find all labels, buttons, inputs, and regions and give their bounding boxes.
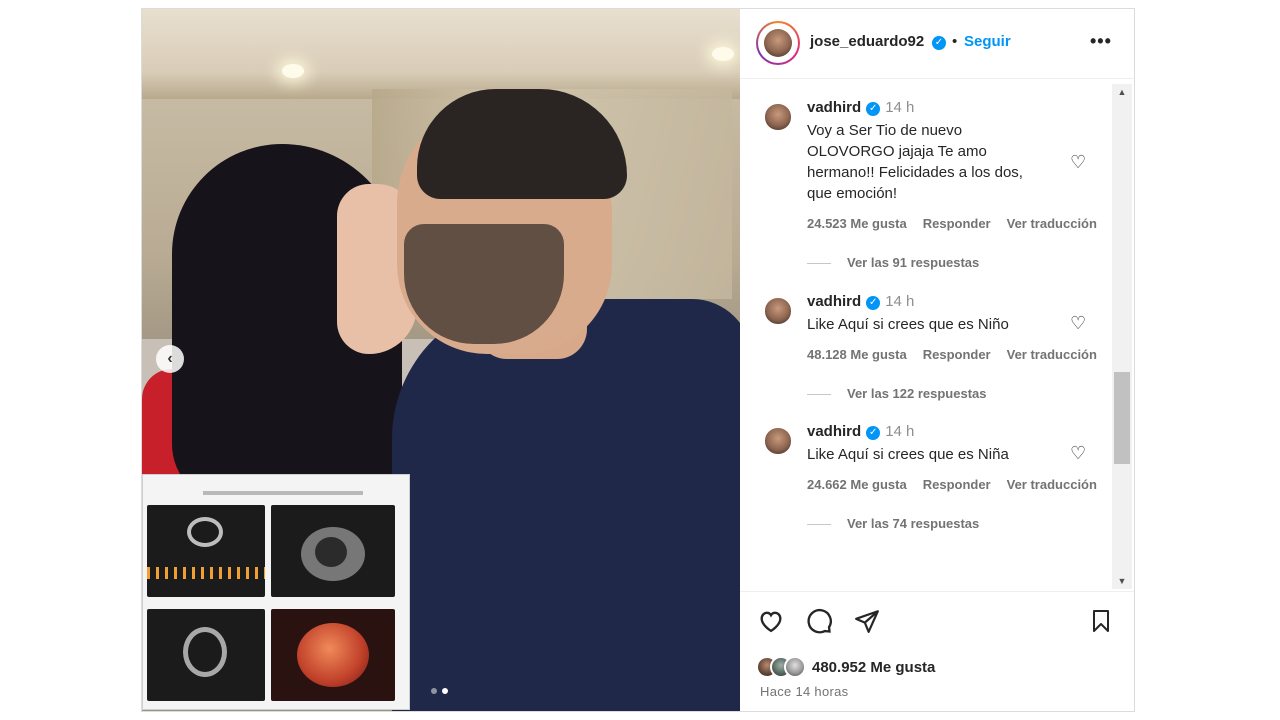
carousel-dot-active: [442, 688, 448, 694]
ultrasound-image: [271, 505, 395, 597]
comment-time[interactable]: 14 h: [885, 423, 914, 440]
ultrasound-sheet: [142, 474, 410, 710]
post-actions: 480.952 Me gusta Hace 14 horas: [740, 591, 1134, 711]
comment-icon[interactable]: [804, 606, 834, 636]
header-separator: •: [952, 33, 958, 50]
post-header: jose_eduardo92 ✓ • Seguir •••: [740, 9, 1134, 79]
reply-button[interactable]: Responder: [923, 477, 991, 492]
ultrasound-3d-image: [271, 609, 395, 701]
verified-badge-icon: ✓: [932, 36, 946, 50]
ultrasound-image: [147, 609, 265, 701]
heart-icon[interactable]: ♡: [1070, 313, 1086, 334]
more-options-icon[interactable]: •••: [1090, 31, 1112, 52]
carousel-dot: [431, 688, 437, 694]
likes-summary[interactable]: 480.952 Me gusta: [756, 656, 935, 678]
view-replies-label[interactable]: Ver las 122 respuestas: [847, 386, 987, 401]
chevron-left-icon: ‹: [167, 350, 173, 367]
comment-meta: 48.128 Me gusta Responder Ver traducción: [807, 347, 1113, 362]
comment-meta: 24.662 Me gusta Responder Ver traducción: [807, 477, 1113, 492]
comment-time[interactable]: 14 h: [885, 293, 914, 310]
comment-likes[interactable]: 48.128 Me gusta: [807, 347, 907, 362]
commenter-avatar[interactable]: [760, 99, 796, 135]
replies-divider: [807, 524, 831, 526]
comments-list: vadhird ✓ 14 h Voy a Ser Tio de nuevo OLOV…: [740, 80, 1134, 590]
comment-username[interactable]: vadhird: [807, 99, 861, 116]
translate-button[interactable]: Ver traducción: [1007, 347, 1097, 362]
man-sweater: [392, 299, 740, 711]
comment-time[interactable]: 14 h: [885, 99, 914, 116]
ceiling-lamp: [282, 64, 304, 78]
verified-badge-icon: ✓: [866, 426, 881, 440]
follow-button[interactable]: Seguir: [964, 33, 1011, 50]
post-time[interactable]: Hace 14 horas: [760, 684, 848, 699]
comment-text: Voy a Ser Tio de nuevo OLOVORGO jajaja T…: [807, 122, 1023, 202]
instagram-post: ‹ jose_eduardo92 ✓ • Seguir ••• vadhird ✓…: [141, 8, 1135, 712]
share-icon[interactable]: [852, 606, 882, 636]
view-replies-button[interactable]: Ver las 122 respuestas: [807, 386, 987, 401]
carousel-indicator: [431, 688, 448, 694]
scrollbar-thumb[interactable]: [1114, 372, 1130, 464]
comment-username[interactable]: vadhird: [807, 293, 861, 310]
man-beard: [404, 224, 564, 344]
commenter-avatar[interactable]: [760, 423, 796, 459]
author-avatar[interactable]: [758, 23, 798, 63]
commenter-avatar[interactable]: [760, 293, 796, 329]
author-username[interactable]: jose_eduardo92: [810, 33, 924, 50]
scroll-up-arrow-icon[interactable]: ▲: [1112, 84, 1132, 100]
likes-count[interactable]: 480.952 Me gusta: [812, 659, 935, 676]
photo-ceiling: [142, 9, 740, 99]
post-sidebar: jose_eduardo92 ✓ • Seguir ••• vadhird ✓ 14…: [740, 9, 1134, 711]
author-avatar-ring[interactable]: [756, 21, 800, 65]
verified-badge-icon: ✓: [866, 296, 881, 310]
comment-likes[interactable]: 24.523 Me gusta: [807, 216, 907, 231]
comment-text: Like Aquí si crees que es Niño: [807, 316, 1009, 333]
heart-icon[interactable]: [756, 606, 786, 636]
comment-likes[interactable]: 24.662 Me gusta: [807, 477, 907, 492]
ultrasound-header: [203, 491, 363, 495]
comment-text: Like Aquí si crees que es Niña: [807, 446, 1009, 463]
ultrasound-image: [147, 505, 265, 597]
translate-button[interactable]: Ver traducción: [1007, 216, 1097, 231]
replies-divider: [807, 394, 831, 396]
comment-meta: 24.523 Me gusta Responder Ver traducción: [807, 216, 1113, 231]
heart-icon[interactable]: ♡: [1070, 443, 1086, 464]
reply-button[interactable]: Responder: [923, 347, 991, 362]
comment-username[interactable]: vadhird: [807, 423, 861, 440]
liker-avatar: [784, 656, 806, 678]
bookmark-icon[interactable]: [1086, 606, 1116, 636]
replies-divider: [807, 263, 831, 265]
translate-button[interactable]: Ver traducción: [1007, 477, 1097, 492]
verified-badge-icon: ✓: [866, 102, 881, 116]
view-replies-button[interactable]: Ver las 91 respuestas: [807, 255, 979, 270]
reply-button[interactable]: Responder: [923, 216, 991, 231]
scroll-down-arrow-icon[interactable]: ▼: [1112, 573, 1132, 589]
view-replies-label[interactable]: Ver las 74 respuestas: [847, 516, 979, 531]
post-photo[interactable]: ‹: [142, 9, 740, 711]
view-replies-button[interactable]: Ver las 74 respuestas: [807, 516, 979, 531]
comments-scrollbar[interactable]: ▲ ▼: [1112, 84, 1132, 589]
carousel-prev-button[interactable]: ‹: [156, 345, 184, 373]
ceiling-lamp: [712, 47, 734, 61]
view-replies-label[interactable]: Ver las 91 respuestas: [847, 255, 979, 270]
heart-icon[interactable]: ♡: [1070, 152, 1086, 173]
